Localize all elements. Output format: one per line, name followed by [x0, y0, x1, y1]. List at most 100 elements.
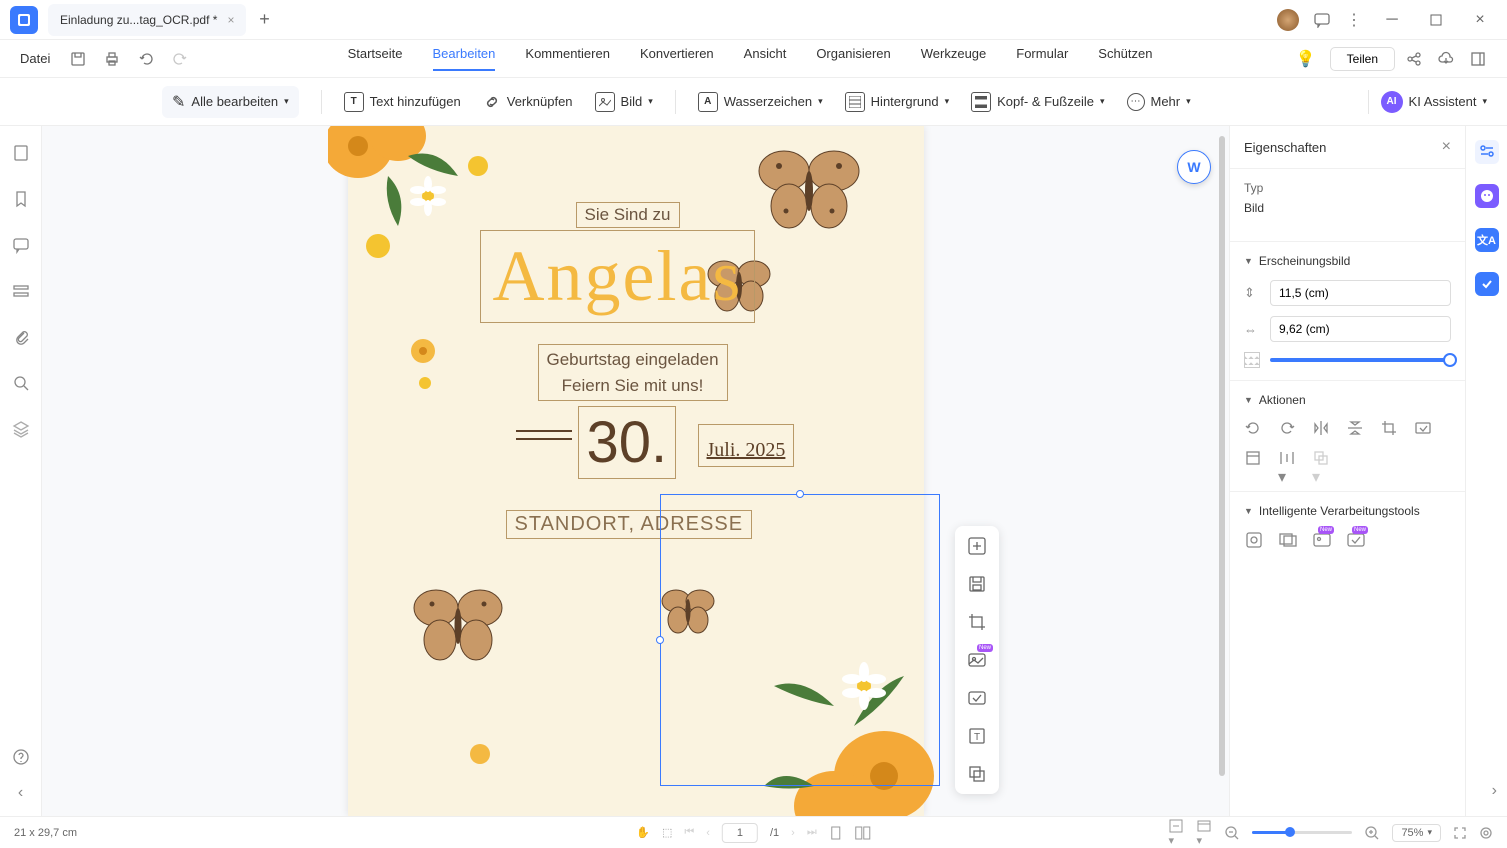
tab-kommentieren[interactable]: Kommentieren: [525, 46, 610, 71]
copy-image-icon[interactable]: [965, 762, 989, 786]
distribute-icon[interactable]: ▾: [1278, 449, 1296, 467]
collapse-icon[interactable]: ‹: [18, 784, 23, 802]
zoom-out-icon[interactable]: [1224, 825, 1240, 841]
ai-assistant-button[interactable]: AI KI Assistent ▾: [1381, 91, 1487, 113]
text-box-intro[interactable]: Sie Sind zu: [576, 202, 680, 228]
zoom-thumb[interactable]: [1285, 827, 1295, 837]
user-avatar[interactable]: [1277, 9, 1299, 31]
tab-bearbeiten[interactable]: Bearbeiten: [433, 46, 496, 71]
crop-action-icon[interactable]: [1380, 419, 1398, 437]
fields-icon[interactable]: [12, 282, 30, 300]
text-box-name[interactable]: Angelas: [480, 230, 756, 323]
tab-werkzeuge[interactable]: Werkzeuge: [921, 46, 987, 71]
more-icon[interactable]: ⋮: [1345, 11, 1363, 29]
flip-horizontal-icon[interactable]: [1312, 419, 1330, 437]
two-page-icon[interactable]: [855, 826, 871, 840]
appearance-header[interactable]: ▼ Erscheinungsbild: [1244, 254, 1451, 268]
single-page-icon[interactable]: [829, 826, 843, 840]
fit-width-icon[interactable]: ▾: [1168, 818, 1184, 847]
print-icon[interactable]: [104, 51, 120, 67]
text-box-date[interactable]: Juli. 2025: [698, 424, 795, 467]
export-word-icon[interactable]: W: [1177, 150, 1211, 184]
close-button[interactable]: ×: [1465, 5, 1495, 35]
save-image-icon[interactable]: [965, 572, 989, 596]
resize-handle-left[interactable]: [656, 636, 664, 644]
replace-image-icon[interactable]: New: [965, 648, 989, 672]
add-text-button[interactable]: T Text hinzufügen: [344, 92, 461, 112]
fullscreen-icon[interactable]: [1453, 826, 1467, 840]
add-image-icon[interactable]: [965, 534, 989, 558]
read-mode-icon[interactable]: ▾: [1196, 818, 1212, 847]
close-panel-icon[interactable]: ×: [1442, 138, 1451, 156]
slider-thumb[interactable]: [1443, 353, 1457, 367]
lightbulb-icon[interactable]: 💡: [1296, 49, 1316, 69]
height-input[interactable]: [1270, 280, 1451, 306]
expand-right-icon[interactable]: ›: [1492, 782, 1497, 800]
scrollbar-vertical[interactable]: [1219, 126, 1227, 816]
check-icon[interactable]: [1475, 272, 1499, 296]
zoom-slider[interactable]: [1252, 831, 1352, 834]
attachments-icon[interactable]: [12, 328, 30, 346]
hand-tool-icon[interactable]: ✋: [636, 826, 650, 839]
opacity-slider[interactable]: [1270, 358, 1451, 362]
thumbnails-icon[interactable]: [12, 144, 30, 162]
ai-tool-3-icon[interactable]: New: [1312, 530, 1330, 548]
maximize-button[interactable]: [1421, 5, 1451, 35]
background-button[interactable]: Hintergrund ▾: [845, 92, 949, 112]
page-number-input[interactable]: 1: [722, 823, 758, 843]
properties-toggle-icon[interactable]: [1475, 140, 1499, 164]
width-input[interactable]: [1270, 316, 1451, 342]
tab-close-icon[interactable]: ×: [227, 13, 234, 27]
more-button[interactable]: ⋯ Mehr ▾: [1127, 93, 1191, 111]
flip-vertical-icon[interactable]: [1346, 419, 1364, 437]
help-icon[interactable]: [12, 748, 30, 766]
crop-icon[interactable]: [965, 610, 989, 634]
actions-header[interactable]: ▼ Aktionen: [1244, 393, 1451, 407]
zoom-level[interactable]: 75%▾: [1392, 824, 1441, 842]
resize-handle-top[interactable]: [796, 490, 804, 498]
file-menu[interactable]: Datei: [20, 51, 50, 66]
chat-icon[interactable]: [1313, 11, 1331, 29]
selection-box[interactable]: [660, 494, 940, 786]
ai-chat-icon[interactable]: [1475, 184, 1499, 208]
image-button[interactable]: Bild ▾: [595, 92, 653, 112]
cloud-icon[interactable]: [1437, 50, 1455, 68]
arrange-icon[interactable]: ▾: [1312, 449, 1330, 467]
link-button[interactable]: Verknüpfen: [483, 93, 573, 111]
last-page-icon[interactable]: ⏭: [807, 826, 817, 839]
ai-tool-2-icon[interactable]: [1278, 530, 1296, 548]
text-box-invitation[interactable]: Geburtstag eingeladen Feiern Sie mit uns…: [538, 344, 728, 401]
search-icon[interactable]: [12, 374, 30, 392]
edit-all-button[interactable]: ✎ Alle bearbeiten ▾: [162, 86, 299, 118]
prev-page-icon[interactable]: ‹: [706, 827, 710, 839]
comments-icon[interactable]: [12, 236, 30, 254]
replace-action-icon[interactable]: [1414, 419, 1432, 437]
tools-header[interactable]: ▼ Intelligente Verarbeitungstools: [1244, 504, 1451, 518]
panel-icon[interactable]: [1469, 50, 1487, 68]
share-button[interactable]: Teilen: [1330, 47, 1395, 71]
document-page[interactable]: Sie Sind zu Angelas Geburtstag eingelade…: [348, 126, 924, 816]
ocr-icon[interactable]: T: [965, 724, 989, 748]
minimize-button[interactable]: ─: [1377, 5, 1407, 35]
translate-icon[interactable]: 文A: [1475, 228, 1499, 252]
tab-schuetzen[interactable]: Schützen: [1098, 46, 1152, 71]
new-tab-button[interactable]: +: [252, 8, 276, 32]
tab-startseite[interactable]: Startseite: [348, 46, 403, 71]
share-icon[interactable]: [1405, 50, 1423, 68]
tab-organisieren[interactable]: Organisieren: [816, 46, 890, 71]
text-box-number[interactable]: 30.: [578, 406, 677, 479]
fit-page-icon[interactable]: [1479, 826, 1493, 840]
bookmarks-icon[interactable]: [12, 190, 30, 208]
canvas-area[interactable]: Sie Sind zu Angelas Geburtstag eingelade…: [42, 126, 1229, 816]
document-tab[interactable]: Einladung zu...tag_OCR.pdf * ×: [48, 4, 246, 36]
header-footer-button[interactable]: Kopf- & Fußzeile ▾: [971, 92, 1104, 112]
ai-tool-1-icon[interactable]: [1244, 530, 1262, 548]
zoom-in-icon[interactable]: [1364, 825, 1380, 841]
align-icon[interactable]: [1244, 449, 1262, 467]
save-icon[interactable]: [70, 51, 86, 67]
tab-konvertieren[interactable]: Konvertieren: [640, 46, 714, 71]
redo-icon[interactable]: [172, 51, 188, 67]
next-page-icon[interactable]: ›: [791, 827, 795, 839]
ai-tool-4-icon[interactable]: New: [1346, 530, 1364, 548]
first-page-icon[interactable]: ⏮: [684, 826, 694, 839]
